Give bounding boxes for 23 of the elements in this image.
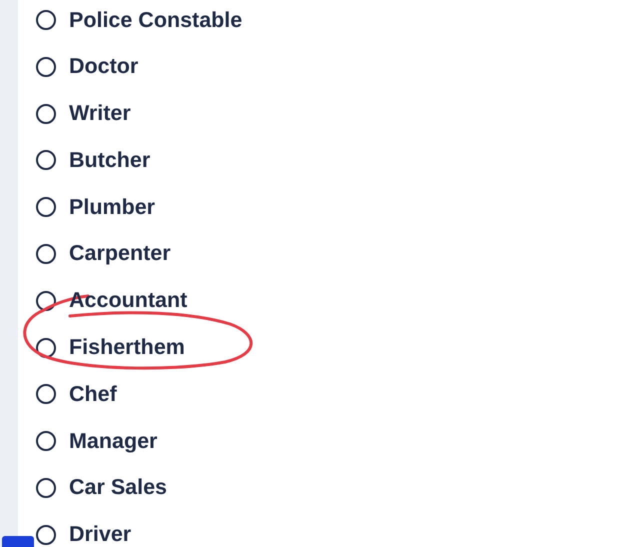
radio-button[interactable]	[36, 384, 56, 404]
radio-button[interactable]	[36, 244, 56, 264]
option-label: Fisherthem	[69, 335, 185, 360]
option-label: Manager	[69, 428, 158, 454]
radio-button[interactable]	[36, 197, 56, 218]
radio-button[interactable]	[36, 431, 56, 452]
option-label: Accountant	[69, 288, 188, 314]
option-label: Butcher	[69, 148, 150, 173]
option-label: Plumber	[69, 194, 156, 220]
option-label: Writer	[69, 101, 131, 126]
radio-button[interactable]	[36, 56, 56, 77]
radio-button[interactable]	[36, 10, 56, 30]
radio-button[interactable]	[36, 524, 56, 545]
option-label: Carpenter	[69, 241, 171, 266]
option-label: Police Constable	[69, 8, 242, 32]
radio-button[interactable]	[36, 104, 56, 124]
option-label: Doctor	[69, 54, 138, 80]
radio-button[interactable]	[36, 150, 56, 170]
option-label: Car Sales	[69, 475, 168, 500]
option-label: Driver	[69, 522, 132, 547]
radio-button[interactable]	[36, 338, 56, 358]
option-label: Chef	[69, 382, 117, 407]
radio-button[interactable]	[36, 478, 56, 498]
